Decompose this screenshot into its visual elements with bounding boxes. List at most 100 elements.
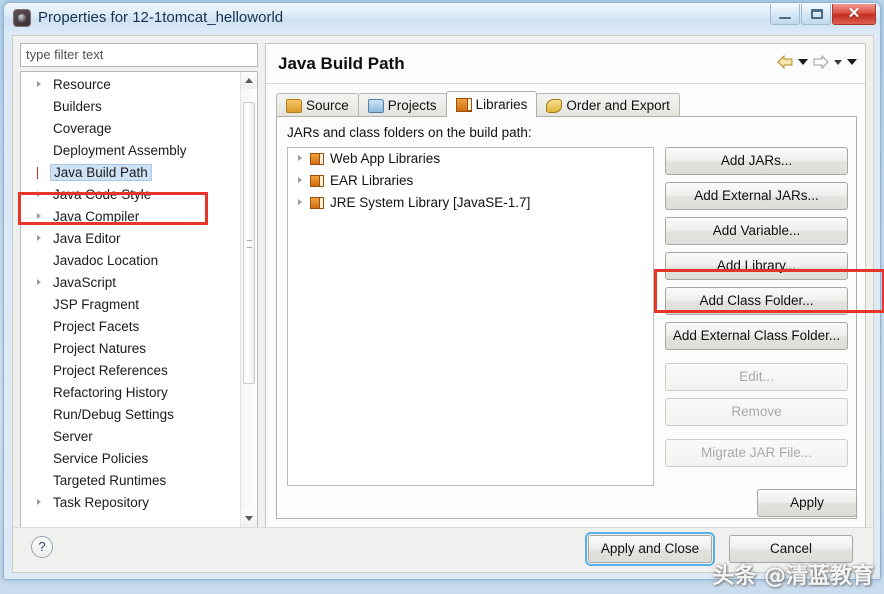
forward-arrow-icon[interactable]	[813, 54, 829, 70]
scrollbar-thumb[interactable]	[243, 102, 255, 384]
tree-item-coverage[interactable]: Coverage	[21, 118, 242, 140]
back-arrow-icon[interactable]	[777, 54, 793, 70]
tree-item-label: Deployment Assembly	[53, 143, 187, 158]
tree-scrollbar[interactable]	[240, 72, 257, 527]
library-icon	[310, 197, 324, 209]
title-bar[interactable]: Properties for 12-1tomcat_helloworld ✕	[4, 3, 880, 33]
close-button[interactable]: ✕	[832, 4, 876, 25]
add-external-class-folder-button[interactable]: Add External Class Folder...	[665, 322, 848, 350]
expand-arrow-icon[interactable]	[37, 167, 38, 179]
properties-dialog: Properties for 12-1tomcat_helloworld ✕ t…	[3, 2, 884, 580]
build-path-tabs: Source Projects Libraries Order and Expo…	[276, 91, 680, 117]
page-title: Java Build Path	[278, 54, 405, 73]
tree-item-label: Java Build Path	[50, 164, 152, 181]
minimize-button[interactable]	[770, 4, 800, 25]
window-title: Properties for 12-1tomcat_helloworld	[38, 9, 284, 26]
expand-arrow-icon[interactable]	[37, 499, 41, 505]
apply-button[interactable]: Apply	[757, 489, 857, 517]
jar-list-item[interactable]: Web App Libraries	[288, 148, 653, 170]
tree-item-javadoc-location[interactable]: Javadoc Location	[21, 250, 242, 272]
tree-item-project-facets[interactable]: Project Facets	[21, 316, 242, 338]
tree-item-project-references[interactable]: Project References	[21, 360, 242, 382]
scroll-down-icon[interactable]	[241, 510, 257, 527]
filter-input[interactable]: type filter text	[20, 43, 258, 67]
jar-list-item[interactable]: EAR Libraries	[288, 170, 653, 192]
migrate-jar-file-button: Migrate JAR File...	[665, 439, 848, 467]
tree-item-label: Javadoc Location	[53, 253, 159, 268]
help-icon[interactable]: ?	[31, 536, 53, 558]
eclipse-icon	[13, 9, 31, 27]
tree-item-targeted-runtimes[interactable]: Targeted Runtimes	[21, 470, 242, 492]
apply-and-close-button[interactable]: Apply and Close	[585, 532, 715, 566]
tree-item-label: Java Compiler	[53, 209, 140, 224]
settings-tree-panel[interactable]: Resource Builders Coverage Deployment As…	[20, 71, 258, 528]
add-class-folder-button[interactable]: Add Class Folder...	[665, 287, 848, 315]
watermark: 头条 @清蓝教育	[712, 564, 874, 589]
expand-arrow-icon[interactable]	[298, 177, 302, 183]
tab-libraries[interactable]: Libraries	[445, 91, 538, 117]
source-folder-icon	[286, 98, 302, 113]
tree-item-label: Java Code Style	[53, 187, 152, 202]
edit-button: Edit...	[665, 363, 848, 391]
close-icon: ✕	[847, 5, 861, 22]
projects-folder-icon	[367, 98, 384, 113]
tree-item-service-policies[interactable]: Service Policies	[21, 448, 242, 470]
forward-chevron-down-icon[interactable]	[834, 59, 842, 65]
page-nav-icons	[777, 54, 857, 70]
expand-arrow-icon[interactable]	[298, 155, 302, 161]
tree-item-label: Task Repository	[53, 495, 150, 510]
tree-item-run-debug-settings[interactable]: Run/Debug Settings	[21, 404, 242, 426]
tree-item-label: Service Policies	[53, 451, 149, 466]
libraries-tab-panel: JARs and class folders on the build path…	[276, 116, 857, 519]
window-controls: ✕	[769, 4, 876, 26]
tab-order-and-export[interactable]: Order and Export	[536, 93, 680, 117]
tree-item-label: Targeted Runtimes	[53, 473, 167, 488]
order-export-icon	[546, 98, 563, 113]
tree-item-java-code-style[interactable]: Java Code Style	[21, 184, 242, 206]
add-external-jars-button[interactable]: Add External JARs...	[665, 182, 848, 210]
tree-item-java-editor[interactable]: Java Editor	[21, 228, 242, 250]
expand-arrow-icon[interactable]	[37, 213, 41, 219]
scroll-up-icon[interactable]	[241, 72, 257, 89]
tree-item-project-natures[interactable]: Project Natures	[21, 338, 242, 360]
library-icon	[310, 153, 324, 165]
tree-item-jsp-fragment[interactable]: JSP Fragment	[21, 294, 242, 316]
tree-item-deployment-assembly[interactable]: Deployment Assembly	[21, 140, 242, 162]
dialog-client-area: type filter text Resource Builders Cover…	[12, 35, 884, 573]
add-variable-button[interactable]: Add Variable...	[665, 217, 848, 245]
expand-arrow-icon[interactable]	[37, 191, 41, 197]
add-library-button[interactable]: Add Library...	[665, 252, 848, 280]
jar-list-item[interactable]: JRE System Library [JavaSE-1.7]	[288, 192, 653, 214]
tree-item-task-repository[interactable]: Task Repository	[21, 492, 242, 514]
tree-item-java-build-path[interactable]: Java Build Path	[21, 162, 242, 184]
tab-label: Libraries	[475, 97, 528, 112]
tree-item-label: Server	[53, 429, 93, 444]
tree-item-server[interactable]: Server	[21, 426, 242, 448]
maximize-button[interactable]	[801, 4, 831, 25]
more-chevron-down-icon[interactable]	[847, 59, 857, 65]
remove-button: Remove	[665, 398, 848, 426]
back-chevron-down-icon[interactable]	[798, 59, 808, 65]
tree-item-label: Project Natures	[53, 341, 147, 356]
tree-item-label: JSP Fragment	[53, 297, 140, 312]
tree-item-builders[interactable]: Builders	[21, 96, 242, 118]
expand-arrow-icon[interactable]	[37, 235, 41, 241]
jars-list[interactable]: Web App Libraries EAR Libraries JRE Syst…	[287, 147, 654, 486]
tree-item-refactoring-history[interactable]: Refactoring History	[21, 382, 242, 404]
tab-label: Projects	[387, 98, 437, 113]
tab-source[interactable]: Source	[276, 93, 359, 117]
desktop-background: Properties for 12-1tomcat_helloworld ✕ t…	[0, 0, 884, 594]
tree-item-java-compiler[interactable]: Java Compiler	[21, 206, 242, 228]
jar-item-label: Web App Libraries	[330, 151, 441, 166]
tree-item-resource[interactable]: Resource	[21, 74, 242, 96]
tree-item-javascript[interactable]: JavaScript	[21, 272, 242, 294]
expand-arrow-icon[interactable]	[37, 81, 41, 87]
tree-item-label: Run/Debug Settings	[53, 407, 174, 422]
expand-arrow-icon[interactable]	[298, 199, 302, 205]
tab-projects[interactable]: Projects	[357, 93, 447, 117]
settings-tree: Resource Builders Coverage Deployment As…	[21, 74, 242, 514]
expand-arrow-icon[interactable]	[37, 279, 41, 285]
add-jars-button[interactable]: Add JARs...	[665, 147, 848, 175]
tab-label: Source	[306, 98, 349, 113]
jar-item-label: EAR Libraries	[330, 173, 414, 188]
